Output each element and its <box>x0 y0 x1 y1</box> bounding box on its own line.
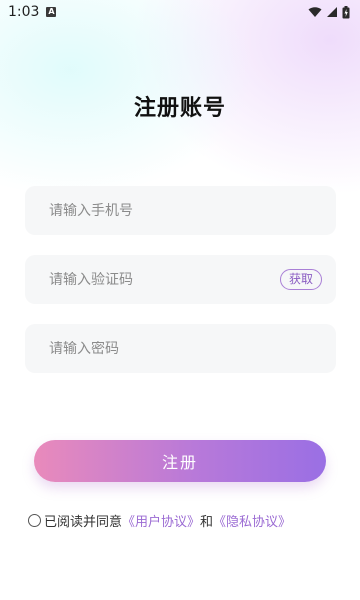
password-field[interactable] <box>25 324 336 373</box>
password-input[interactable] <box>49 340 269 357</box>
verification-code-field[interactable]: 获取 <box>25 255 336 304</box>
cellular-signal-icon <box>327 7 337 17</box>
phone-input[interactable] <box>49 202 269 219</box>
phone-field[interactable] <box>25 186 336 235</box>
agreement-row: 已阅读并同意 《用户协议》 和 《隐私协议》 <box>28 511 291 530</box>
agreement-and: 和 <box>200 515 214 530</box>
a-icon: A <box>46 7 57 17</box>
battery-icon <box>342 5 350 18</box>
wifi-icon <box>308 7 322 17</box>
page-title: 注册账号 <box>133 96 226 121</box>
verification-code-input[interactable] <box>49 271 269 288</box>
agreement-radio[interactable] <box>28 514 41 527</box>
privacy-agreement-link[interactable]: 《隐私协议》 <box>213 511 291 530</box>
status-time: 1:03 <box>8 4 40 20</box>
user-agreement-link[interactable]: 《用户协议》 <box>122 511 200 530</box>
register-button[interactable]: 注册 <box>34 440 326 482</box>
status-left: 1:03 A <box>8 4 57 20</box>
agreement-prefix: 已阅读并同意 <box>44 515 123 530</box>
status-right <box>308 5 350 19</box>
status-bar: 1:03 A <box>0 0 360 24</box>
get-code-button[interactable]: 获取 <box>280 269 322 290</box>
